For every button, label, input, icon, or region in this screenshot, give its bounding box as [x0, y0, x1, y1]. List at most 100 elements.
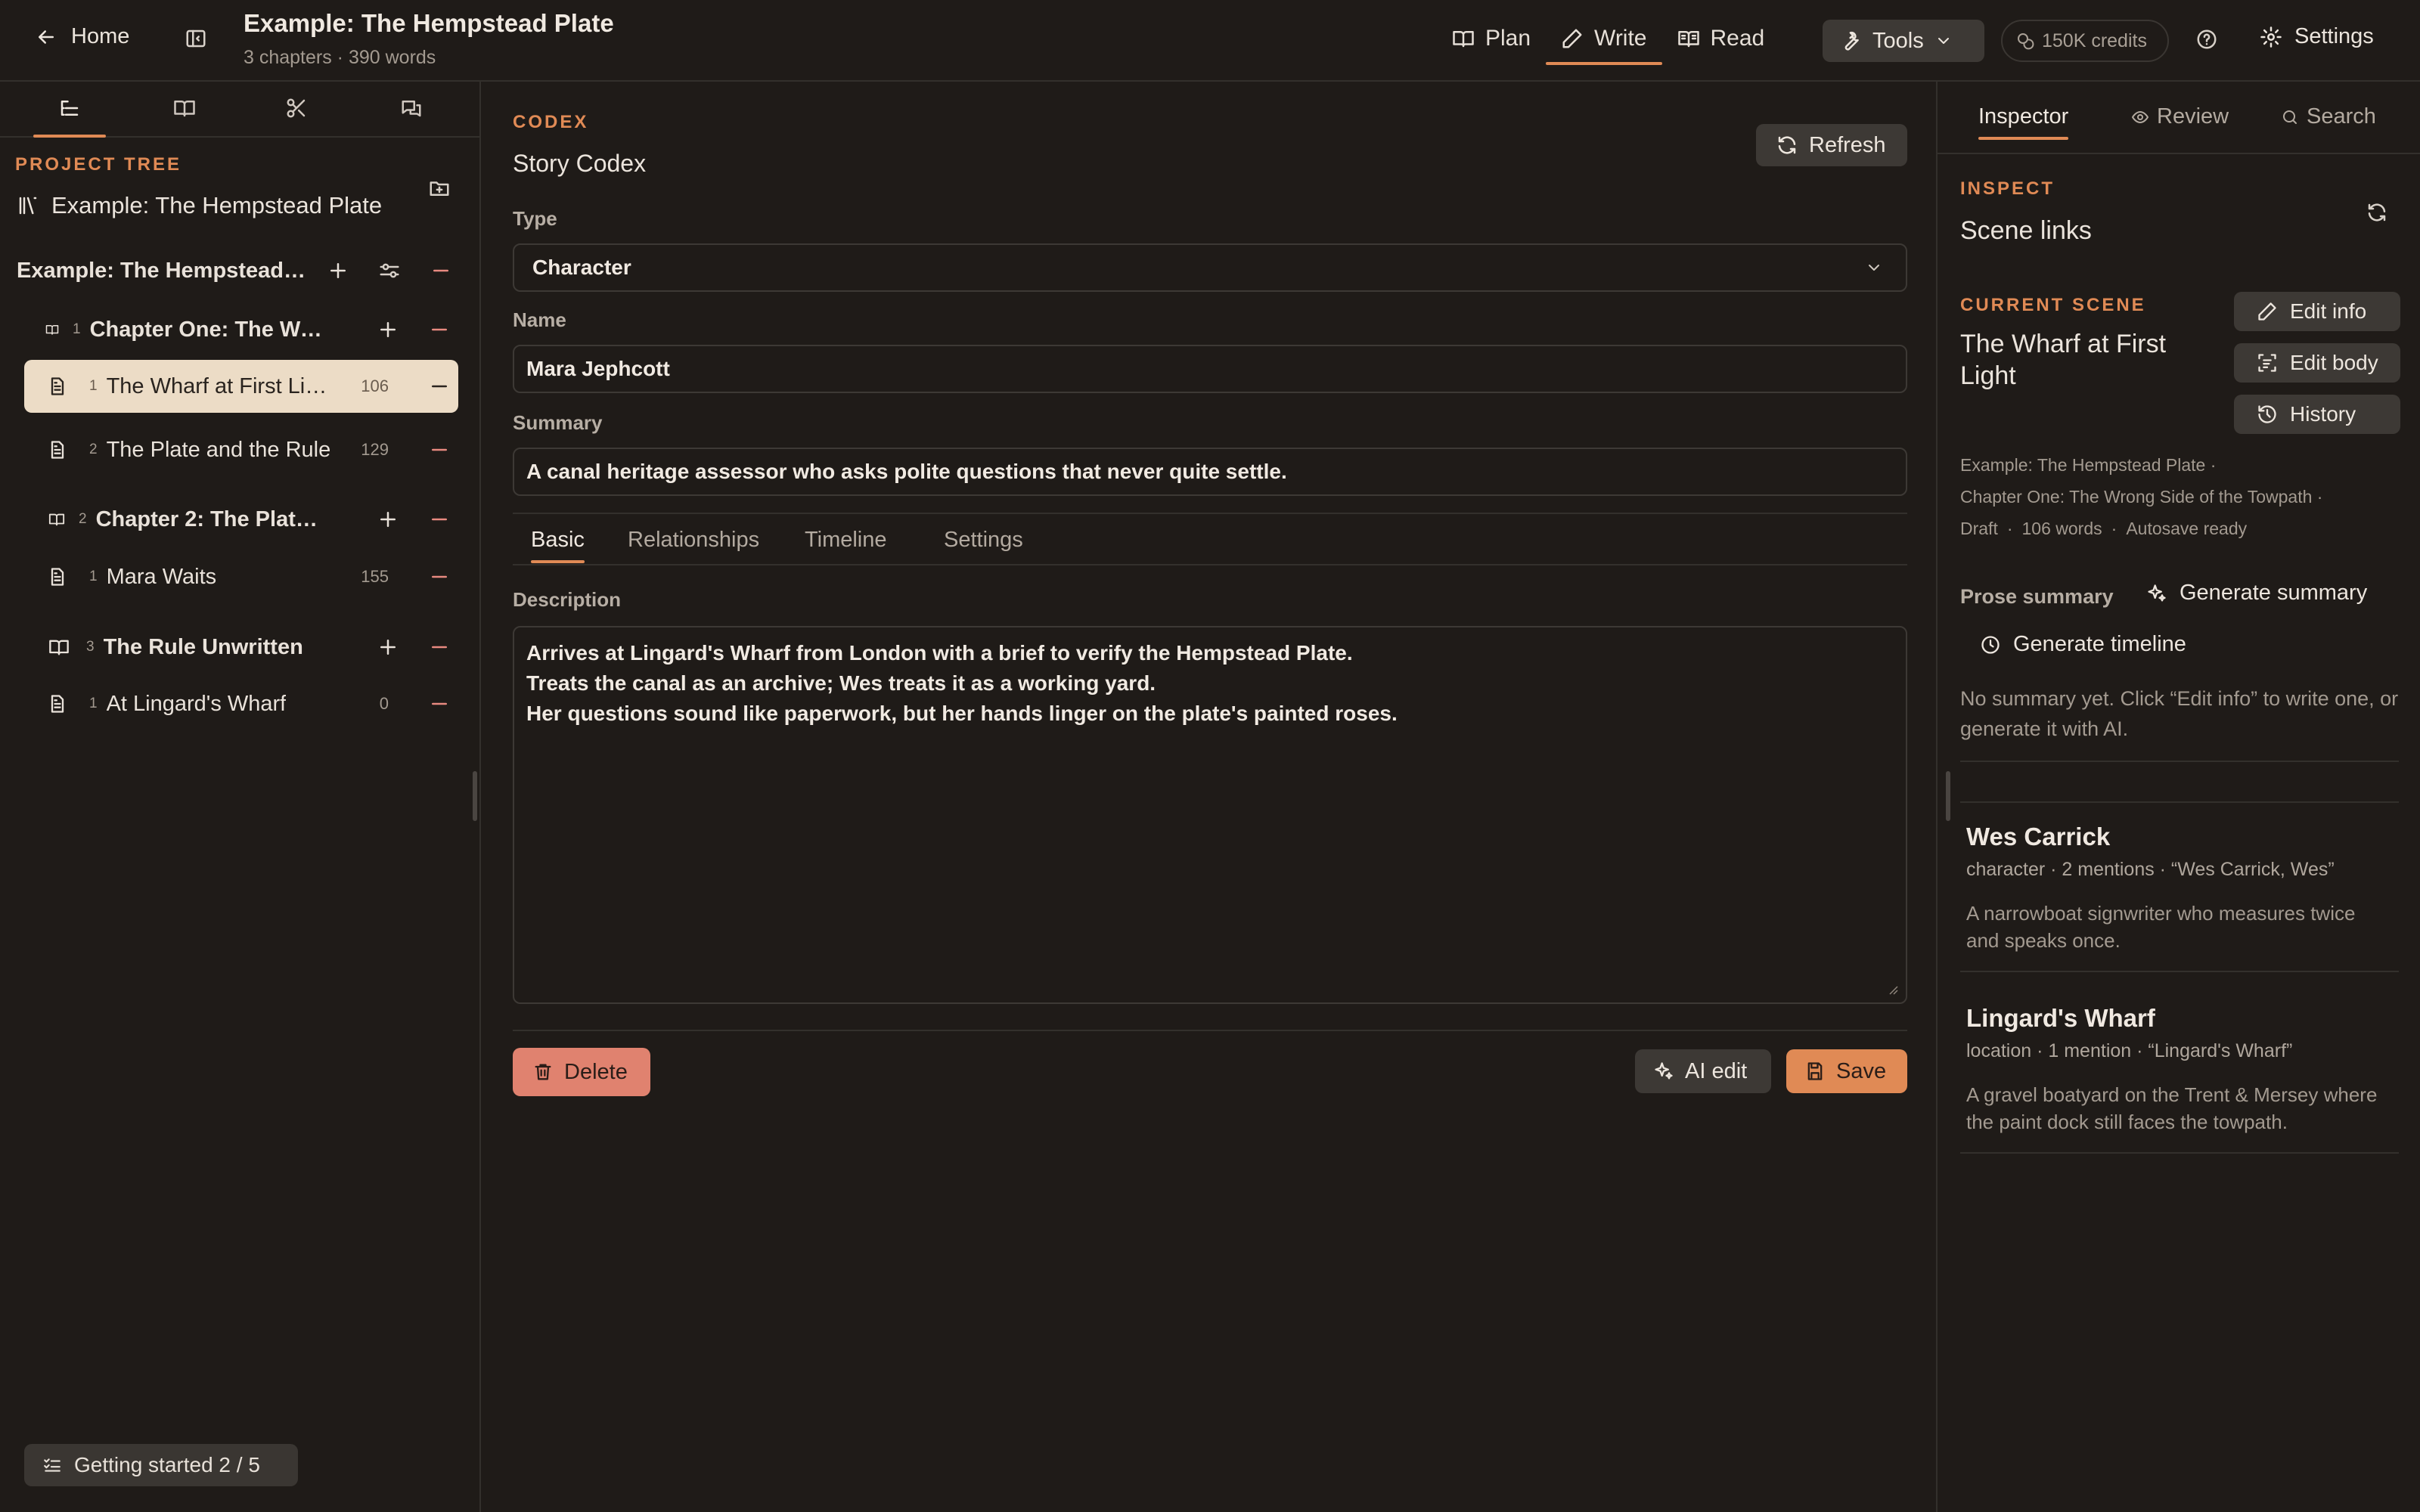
- linked-entity-meta: location · 1 mention · “Lingard's Wharf”: [1966, 1040, 2293, 1061]
- meta-separator: ·: [2006, 519, 2013, 538]
- new-folder-button[interactable]: [428, 177, 451, 200]
- chapter-label: Chapter 2: The Plate's Provenance: [95, 507, 327, 531]
- tab-tree[interactable]: [33, 97, 106, 138]
- tab-settings[interactable]: Settings: [944, 528, 1023, 563]
- inspector-tabs: Inspector Review Search: [1938, 82, 2420, 154]
- scene-word-count: 155: [361, 567, 389, 586]
- trash-icon: [535, 1064, 551, 1080]
- scene-word-count: 106 words: [2021, 519, 2102, 538]
- settings-label: Settings: [2294, 24, 2374, 48]
- tab-timeline[interactable]: Timeline: [805, 528, 887, 563]
- refresh-button[interactable]: Refresh: [1756, 124, 1907, 166]
- tree-scene-row-selected[interactable]: 1 The Wharf at First Light 106: [24, 360, 458, 413]
- codex-subtabs: Basic Relationships Timeline Settings: [513, 513, 1907, 565]
- pencil-icon: [2258, 302, 2276, 321]
- tab-codex[interactable]: [148, 97, 221, 138]
- tab-search[interactable]: Search: [2281, 104, 2376, 140]
- help-button[interactable]: [2195, 28, 2218, 51]
- left-sidebar: PROJECT TREE Example: The Hempstead Plat…: [0, 82, 481, 1512]
- current-scene-name: The Wharf at First Light: [1960, 330, 2167, 390]
- scene-number: 2: [89, 442, 98, 457]
- list-tree-icon: [60, 101, 79, 116]
- autosave-status: Autosave ready: [2126, 519, 2248, 538]
- delete-label: Delete: [564, 1059, 628, 1084]
- divider: [1960, 761, 2399, 762]
- plus-icon[interactable]: [377, 318, 399, 341]
- save-button[interactable]: Save: [1786, 1049, 1907, 1093]
- generate-timeline-button[interactable]: Generate timeline: [1980, 632, 2186, 657]
- tree-chapter-row[interactable]: 2 Chapter 2: The Plate's Provenance: [24, 493, 458, 546]
- history-button[interactable]: History: [2234, 395, 2400, 434]
- gear-icon: [2260, 26, 2282, 48]
- textarea-resize-icon[interactable]: [1886, 983, 1898, 995]
- linked-entity-name[interactable]: Lingard's Wharf: [1966, 1004, 2155, 1033]
- settings-button[interactable]: Settings: [2260, 24, 2374, 49]
- tab-relationships[interactable]: Relationships: [628, 528, 759, 563]
- sparkles-icon: [1655, 1062, 1673, 1080]
- generate-summary-button[interactable]: Generate summary: [2146, 581, 2367, 606]
- sparkles-icon: [2148, 584, 2166, 601]
- minus-icon[interactable]: [428, 438, 451, 461]
- tab-review[interactable]: Review: [2131, 104, 2229, 140]
- edit-body-button[interactable]: Edit body: [2234, 343, 2400, 383]
- sidebar-toggle-button[interactable]: [185, 27, 207, 50]
- minus-icon[interactable]: [428, 318, 451, 341]
- minus-icon[interactable]: [428, 508, 451, 531]
- linked-entity-description: A narrowboat signwriter who measures twi…: [1966, 902, 2356, 952]
- sidebar-tabs: [0, 82, 481, 138]
- tab-chat[interactable]: [375, 97, 448, 138]
- mode-switcher: Plan Write Read: [1437, 21, 1779, 65]
- scene-meta-status: Draft · 106 words · Autosave ready: [1960, 519, 2247, 539]
- file-text-icon: [51, 568, 64, 586]
- getting-started-button[interactable]: Getting started 2 / 5: [24, 1444, 298, 1486]
- type-select[interactable]: Character: [513, 243, 1907, 292]
- tree-project-row[interactable]: Example: The Hempstead Plate: [17, 244, 451, 297]
- left-panel-resize-handle[interactable]: [473, 771, 477, 821]
- sliders-icon[interactable]: [378, 259, 401, 282]
- minus-icon[interactable]: [428, 375, 451, 398]
- minus-icon[interactable]: [430, 259, 452, 282]
- scene-meta-chapter: Chapter One: The Wrong Side of the Towpa…: [1960, 487, 2323, 507]
- tree-root[interactable]: Example: The Hempstead Plate: [17, 192, 382, 219]
- minus-icon[interactable]: [428, 692, 451, 715]
- description-textarea[interactable]: Arrives at Lingard's Wharf from London w…: [513, 626, 1907, 1004]
- name-input[interactable]: Mara Jephcott: [513, 345, 1907, 393]
- divider: [1960, 801, 2399, 803]
- plus-icon[interactable]: [377, 636, 399, 658]
- mode-write[interactable]: Write: [1546, 21, 1662, 65]
- credits-badge[interactable]: 150K credits: [2001, 20, 2169, 62]
- mode-plan[interactable]: Plan: [1437, 21, 1546, 65]
- summary-label: Summary: [513, 411, 603, 434]
- empty-summary-text: No summary yet. Click “Edit info” to wri…: [1960, 687, 2399, 740]
- summary-input[interactable]: A canal heritage assessor who asks polit…: [513, 448, 1907, 496]
- tree-chapter-row[interactable]: 3 The Rule Unwritten: [24, 621, 458, 674]
- delete-button[interactable]: Delete: [513, 1048, 650, 1096]
- tree-scene-row[interactable]: 1 At Lingard's Wharf 0: [24, 677, 458, 730]
- inspector-refresh-button[interactable]: [2366, 201, 2388, 224]
- prose-summary-label: Prose summary: [1960, 585, 2114, 608]
- tab-snippets[interactable]: [260, 97, 333, 138]
- tools-dropdown[interactable]: Tools: [1823, 20, 1984, 62]
- linked-entity-name[interactable]: Wes Carrick: [1966, 823, 2110, 851]
- mode-read[interactable]: Read: [1662, 21, 1780, 65]
- tree-scene-row[interactable]: 2 The Plate and the Rule 129: [24, 423, 458, 476]
- book-icon: [45, 325, 59, 335]
- actions-divider: [513, 1030, 1907, 1031]
- edit-info-button[interactable]: Edit info: [2234, 292, 2400, 331]
- home-button[interactable]: Home: [35, 24, 129, 49]
- ai-edit-button[interactable]: AI edit: [1635, 1049, 1771, 1093]
- inspector-panel: Inspector Review Search INSPECT Scene li…: [1936, 82, 2420, 1512]
- plus-icon[interactable]: [327, 259, 349, 282]
- tree-chapter-row[interactable]: 1 Chapter One: The Wrong Side of the Tow…: [24, 303, 458, 356]
- plus-icon[interactable]: [377, 508, 399, 531]
- minus-icon[interactable]: [428, 636, 451, 658]
- name-value: Mara Jephcott: [526, 357, 670, 380]
- file-text-icon: [51, 695, 64, 713]
- minus-icon[interactable]: [428, 565, 451, 588]
- meta-separator: ·: [2111, 519, 2118, 538]
- tab-basic[interactable]: Basic: [531, 528, 585, 563]
- tree-scene-row[interactable]: 1 Mara Waits 155: [24, 550, 458, 603]
- description-label: Description: [513, 588, 622, 611]
- divider: [1960, 971, 2399, 972]
- tab-inspector[interactable]: Inspector: [1978, 104, 2069, 140]
